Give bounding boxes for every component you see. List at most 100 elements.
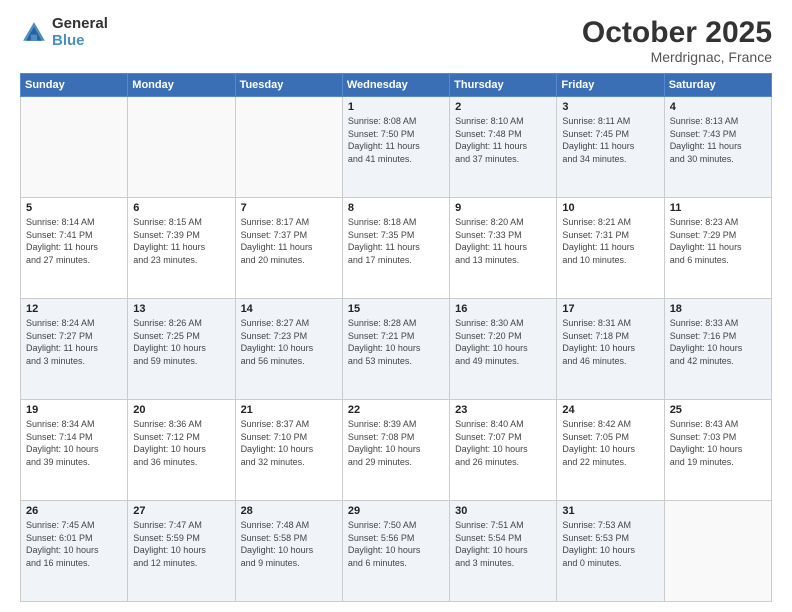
table-row: 28 Sunrise: 7:48 AM Sunset: 5:58 PM Dayli… <box>235 501 342 602</box>
logo: General Blue <box>20 16 108 49</box>
day-number: 30 <box>455 505 551 517</box>
table-row: 31Sunrise: 7:53 AM Sunset: 5:53 PM Dayli… <box>557 501 664 602</box>
table-row: 24 Sunrise: 8:42 AM Sunset: 7:05 PM Dayli… <box>557 400 664 501</box>
day-info: Sunrise: 8:31 AM Sunset: 7:18 PM Dayligh… <box>562 317 658 367</box>
table-row: 25 Sunrise: 8:43 AM Sunset: 7:03 PM Dayli… <box>664 400 771 501</box>
month-title: October 2025 <box>582 16 772 49</box>
table-row: 14 Sunrise: 8:27 AM Sunset: 7:23 PM Dayli… <box>235 299 342 400</box>
table-row: 19 Sunrise: 8:34 AM Sunset: 7:14 PM Dayli… <box>21 400 128 501</box>
header-thursday: Thursday <box>450 74 557 97</box>
day-number: 9 <box>455 202 551 214</box>
table-row: 26 Sunrise: 7:45 AM Sunset: 6:01 PM Dayli… <box>21 501 128 602</box>
table-row: 4 Sunrise: 8:13 AM Sunset: 7:43 PM Daylig… <box>664 97 771 198</box>
table-row: 11Sunrise: 8:23 AM Sunset: 7:29 PM Dayli… <box>664 198 771 299</box>
day-info: Sunrise: 8:10 AM Sunset: 7:48 PM Dayligh… <box>455 115 551 165</box>
table-row: 29 Sunrise: 7:50 AM Sunset: 5:56 PM Dayli… <box>342 501 449 602</box>
header-saturday: Saturday <box>664 74 771 97</box>
day-info: Sunrise: 7:50 AM Sunset: 5:56 PM Dayligh… <box>348 519 444 569</box>
table-row <box>128 97 235 198</box>
day-number: 28 <box>241 505 337 517</box>
day-info: Sunrise: 7:47 AM Sunset: 5:59 PM Dayligh… <box>133 519 229 569</box>
day-info: Sunrise: 8:43 AM Sunset: 7:03 PM Dayligh… <box>670 418 766 468</box>
day-info: Sunrise: 8:27 AM Sunset: 7:23 PM Dayligh… <box>241 317 337 367</box>
location: Merdrignac, France <box>582 49 772 65</box>
logo-text: General Blue <box>52 16 108 49</box>
day-info: Sunrise: 7:51 AM Sunset: 5:54 PM Dayligh… <box>455 519 551 569</box>
day-info: Sunrise: 8:24 AM Sunset: 7:27 PM Dayligh… <box>26 317 122 367</box>
day-number: 1 <box>348 101 444 113</box>
logo-general-text: General <box>52 16 108 33</box>
day-info: Sunrise: 8:36 AM Sunset: 7:12 PM Dayligh… <box>133 418 229 468</box>
day-number: 8 <box>348 202 444 214</box>
day-info: Sunrise: 8:21 AM Sunset: 7:31 PM Dayligh… <box>562 216 658 266</box>
table-row: 2 Sunrise: 8:10 AM Sunset: 7:48 PM Daylig… <box>450 97 557 198</box>
logo-blue-text: Blue <box>52 33 108 50</box>
day-number: 24 <box>562 404 658 416</box>
day-number: 20 <box>133 404 229 416</box>
day-number: 17 <box>562 303 658 315</box>
day-number: 4 <box>670 101 766 113</box>
page: General Blue October 2025 Merdrignac, Fr… <box>0 0 792 612</box>
calendar-table: Sunday Monday Tuesday Wednesday Thursday… <box>20 73 772 602</box>
day-number: 16 <box>455 303 551 315</box>
day-number: 14 <box>241 303 337 315</box>
logo-icon <box>20 19 48 47</box>
table-row <box>235 97 342 198</box>
table-row: 15 Sunrise: 8:28 AM Sunset: 7:21 PM Dayli… <box>342 299 449 400</box>
table-row: 5Sunrise: 8:14 AM Sunset: 7:41 PM Daylig… <box>21 198 128 299</box>
day-number: 19 <box>26 404 122 416</box>
day-info: Sunrise: 8:34 AM Sunset: 7:14 PM Dayligh… <box>26 418 122 468</box>
table-row: 22 Sunrise: 8:39 AM Sunset: 7:08 PM Dayli… <box>342 400 449 501</box>
day-info: Sunrise: 8:08 AM Sunset: 7:50 PM Dayligh… <box>348 115 444 165</box>
calendar-row: 12 Sunrise: 8:24 AM Sunset: 7:27 PM Dayli… <box>21 299 772 400</box>
header-monday: Monday <box>128 74 235 97</box>
day-info: Sunrise: 8:11 AM Sunset: 7:45 PM Dayligh… <box>562 115 658 165</box>
day-number: 22 <box>348 404 444 416</box>
header-friday: Friday <box>557 74 664 97</box>
table-row: 3 Sunrise: 8:11 AM Sunset: 7:45 PM Daylig… <box>557 97 664 198</box>
day-info: Sunrise: 8:39 AM Sunset: 7:08 PM Dayligh… <box>348 418 444 468</box>
calendar-row: 5Sunrise: 8:14 AM Sunset: 7:41 PM Daylig… <box>21 198 772 299</box>
table-row: 1 Sunrise: 8:08 AM Sunset: 7:50 PM Daylig… <box>342 97 449 198</box>
day-number: 7 <box>241 202 337 214</box>
table-row: 7 Sunrise: 8:17 AM Sunset: 7:37 PM Daylig… <box>235 198 342 299</box>
table-row: 8 Sunrise: 8:18 AM Sunset: 7:35 PM Daylig… <box>342 198 449 299</box>
day-info: Sunrise: 8:40 AM Sunset: 7:07 PM Dayligh… <box>455 418 551 468</box>
day-info: Sunrise: 8:13 AM Sunset: 7:43 PM Dayligh… <box>670 115 766 165</box>
calendar-row: 1 Sunrise: 8:08 AM Sunset: 7:50 PM Daylig… <box>21 97 772 198</box>
day-info: Sunrise: 7:48 AM Sunset: 5:58 PM Dayligh… <box>241 519 337 569</box>
day-info: Sunrise: 8:33 AM Sunset: 7:16 PM Dayligh… <box>670 317 766 367</box>
table-row: 12 Sunrise: 8:24 AM Sunset: 7:27 PM Dayli… <box>21 299 128 400</box>
calendar-header-row: Sunday Monday Tuesday Wednesday Thursday… <box>21 74 772 97</box>
calendar-row: 19 Sunrise: 8:34 AM Sunset: 7:14 PM Dayli… <box>21 400 772 501</box>
table-row: 9Sunrise: 8:20 AM Sunset: 7:33 PM Daylig… <box>450 198 557 299</box>
day-info: Sunrise: 8:37 AM Sunset: 7:10 PM Dayligh… <box>241 418 337 468</box>
day-number: 25 <box>670 404 766 416</box>
day-info: Sunrise: 8:26 AM Sunset: 7:25 PM Dayligh… <box>133 317 229 367</box>
table-row <box>664 501 771 602</box>
day-number: 27 <box>133 505 229 517</box>
table-row: 23Sunrise: 8:40 AM Sunset: 7:07 PM Dayli… <box>450 400 557 501</box>
day-info: Sunrise: 8:18 AM Sunset: 7:35 PM Dayligh… <box>348 216 444 266</box>
day-info: Sunrise: 8:17 AM Sunset: 7:37 PM Dayligh… <box>241 216 337 266</box>
table-row: 20 Sunrise: 8:36 AM Sunset: 7:12 PM Dayli… <box>128 400 235 501</box>
day-number: 3 <box>562 101 658 113</box>
day-number: 26 <box>26 505 122 517</box>
day-number: 10 <box>562 202 658 214</box>
day-number: 12 <box>26 303 122 315</box>
day-number: 15 <box>348 303 444 315</box>
table-row <box>21 97 128 198</box>
calendar-row: 26 Sunrise: 7:45 AM Sunset: 6:01 PM Dayli… <box>21 501 772 602</box>
day-number: 29 <box>348 505 444 517</box>
day-number: 5 <box>26 202 122 214</box>
title-block: October 2025 Merdrignac, France <box>582 16 772 65</box>
day-number: 2 <box>455 101 551 113</box>
day-info: Sunrise: 7:53 AM Sunset: 5:53 PM Dayligh… <box>562 519 658 569</box>
day-info: Sunrise: 8:42 AM Sunset: 7:05 PM Dayligh… <box>562 418 658 468</box>
table-row: 17 Sunrise: 8:31 AM Sunset: 7:18 PM Dayli… <box>557 299 664 400</box>
day-info: Sunrise: 7:45 AM Sunset: 6:01 PM Dayligh… <box>26 519 122 569</box>
header-tuesday: Tuesday <box>235 74 342 97</box>
day-number: 18 <box>670 303 766 315</box>
table-row: 27 Sunrise: 7:47 AM Sunset: 5:59 PM Dayli… <box>128 501 235 602</box>
day-info: Sunrise: 8:28 AM Sunset: 7:21 PM Dayligh… <box>348 317 444 367</box>
